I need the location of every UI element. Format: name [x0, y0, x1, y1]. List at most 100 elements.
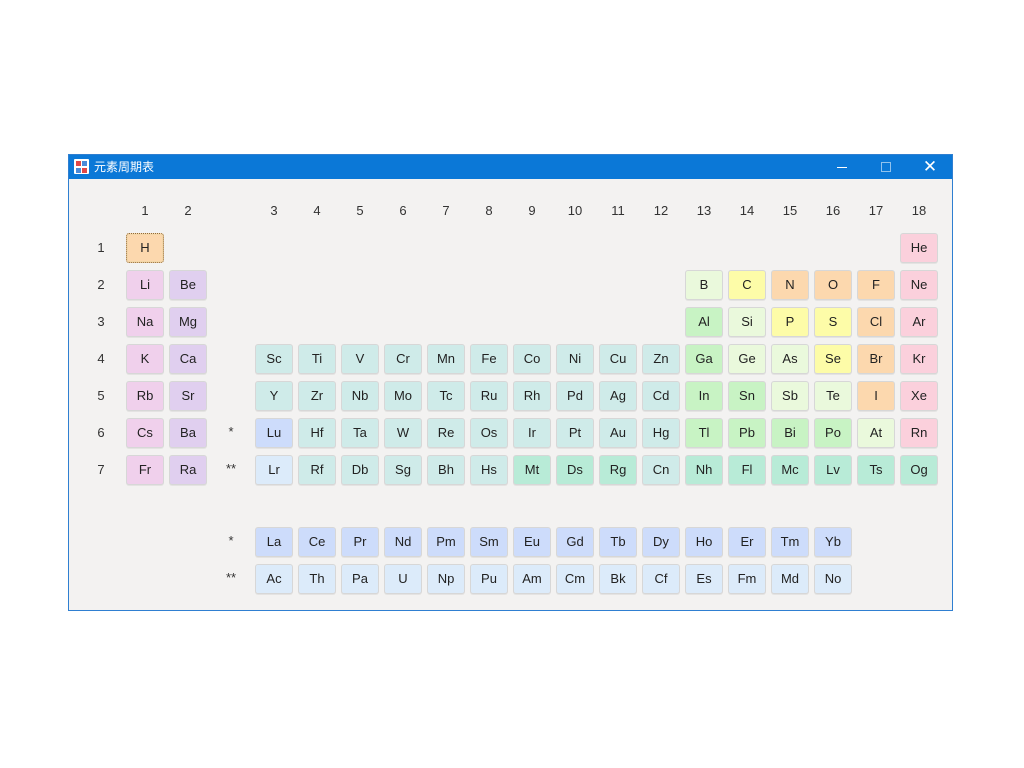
element-yb[interactable]: Yb: [814, 527, 852, 557]
element-zr[interactable]: Zr: [298, 381, 336, 411]
element-md[interactable]: Md: [771, 564, 809, 594]
element-ra[interactable]: Ra: [169, 455, 207, 485]
element-u[interactable]: U: [384, 564, 422, 594]
element-pa[interactable]: Pa: [341, 564, 379, 594]
element-db[interactable]: Db: [341, 455, 379, 485]
element-mt[interactable]: Mt: [513, 455, 551, 485]
element-rf[interactable]: Rf: [298, 455, 336, 485]
element-pm[interactable]: Pm: [427, 527, 465, 557]
element-nh[interactable]: Nh: [685, 455, 723, 485]
element-na[interactable]: Na: [126, 307, 164, 337]
element-nd[interactable]: Nd: [384, 527, 422, 557]
element-og[interactable]: Og: [900, 455, 938, 485]
element-cu[interactable]: Cu: [599, 344, 637, 374]
element-mc[interactable]: Mc: [771, 455, 809, 485]
element-po[interactable]: Po: [814, 418, 852, 448]
element-ga[interactable]: Ga: [685, 344, 723, 374]
element-ar[interactable]: Ar: [900, 307, 938, 337]
element-hf[interactable]: Hf: [298, 418, 336, 448]
element-os[interactable]: Os: [470, 418, 508, 448]
element-b[interactable]: B: [685, 270, 723, 300]
element-br[interactable]: Br: [857, 344, 895, 374]
element-pr[interactable]: Pr: [341, 527, 379, 557]
element-y[interactable]: Y: [255, 381, 293, 411]
element-v[interactable]: V: [341, 344, 379, 374]
element-am[interactable]: Am: [513, 564, 551, 594]
element-hg[interactable]: Hg: [642, 418, 680, 448]
element-pt[interactable]: Pt: [556, 418, 594, 448]
element-rn[interactable]: Rn: [900, 418, 938, 448]
element-ag[interactable]: Ag: [599, 381, 637, 411]
element-p[interactable]: P: [771, 307, 809, 337]
element-rh[interactable]: Rh: [513, 381, 551, 411]
element-co[interactable]: Co: [513, 344, 551, 374]
element-ac[interactable]: Ac: [255, 564, 293, 594]
element-sn[interactable]: Sn: [728, 381, 766, 411]
element-hs[interactable]: Hs: [470, 455, 508, 485]
element-f[interactable]: F: [857, 270, 895, 300]
element-ts[interactable]: Ts: [857, 455, 895, 485]
element-au[interactable]: Au: [599, 418, 637, 448]
element-th[interactable]: Th: [298, 564, 336, 594]
element-in[interactable]: In: [685, 381, 723, 411]
element-cr[interactable]: Cr: [384, 344, 422, 374]
element-i[interactable]: I: [857, 381, 895, 411]
element-pd[interactable]: Pd: [556, 381, 594, 411]
element-cl[interactable]: Cl: [857, 307, 895, 337]
element-er[interactable]: Er: [728, 527, 766, 557]
element-ce[interactable]: Ce: [298, 527, 336, 557]
element-tb[interactable]: Tb: [599, 527, 637, 557]
element-ir[interactable]: Ir: [513, 418, 551, 448]
element-rg[interactable]: Rg: [599, 455, 637, 485]
element-mo[interactable]: Mo: [384, 381, 422, 411]
element-ru[interactable]: Ru: [470, 381, 508, 411]
element-dy[interactable]: Dy: [642, 527, 680, 557]
element-bi[interactable]: Bi: [771, 418, 809, 448]
element-te[interactable]: Te: [814, 381, 852, 411]
element-k[interactable]: K: [126, 344, 164, 374]
element-eu[interactable]: Eu: [513, 527, 551, 557]
element-be[interactable]: Be: [169, 270, 207, 300]
element-ne[interactable]: Ne: [900, 270, 938, 300]
element-sm[interactable]: Sm: [470, 527, 508, 557]
element-tm[interactable]: Tm: [771, 527, 809, 557]
element-he[interactable]: He: [900, 233, 938, 263]
element-cd[interactable]: Cd: [642, 381, 680, 411]
element-pb[interactable]: Pb: [728, 418, 766, 448]
element-s[interactable]: S: [814, 307, 852, 337]
element-ni[interactable]: Ni: [556, 344, 594, 374]
element-np[interactable]: Np: [427, 564, 465, 594]
element-o[interactable]: O: [814, 270, 852, 300]
element-lv[interactable]: Lv: [814, 455, 852, 485]
element-sc[interactable]: Sc: [255, 344, 293, 374]
element-sb[interactable]: Sb: [771, 381, 809, 411]
element-fe[interactable]: Fe: [470, 344, 508, 374]
element-no[interactable]: No: [814, 564, 852, 594]
element-zn[interactable]: Zn: [642, 344, 680, 374]
element-w[interactable]: W: [384, 418, 422, 448]
element-c[interactable]: C: [728, 270, 766, 300]
element-gd[interactable]: Gd: [556, 527, 594, 557]
element-h[interactable]: H: [126, 233, 164, 263]
element-pu[interactable]: Pu: [470, 564, 508, 594]
element-ho[interactable]: Ho: [685, 527, 723, 557]
element-lu[interactable]: Lu: [255, 418, 293, 448]
element-es[interactable]: Es: [685, 564, 723, 594]
element-bk[interactable]: Bk: [599, 564, 637, 594]
element-cs[interactable]: Cs: [126, 418, 164, 448]
element-li[interactable]: Li: [126, 270, 164, 300]
element-nb[interactable]: Nb: [341, 381, 379, 411]
element-xe[interactable]: Xe: [900, 381, 938, 411]
element-cn[interactable]: Cn: [642, 455, 680, 485]
element-la[interactable]: La: [255, 527, 293, 557]
element-mg[interactable]: Mg: [169, 307, 207, 337]
element-ge[interactable]: Ge: [728, 344, 766, 374]
element-ti[interactable]: Ti: [298, 344, 336, 374]
element-as[interactable]: As: [771, 344, 809, 374]
element-fr[interactable]: Fr: [126, 455, 164, 485]
element-sr[interactable]: Sr: [169, 381, 207, 411]
element-re[interactable]: Re: [427, 418, 465, 448]
element-al[interactable]: Al: [685, 307, 723, 337]
element-mn[interactable]: Mn: [427, 344, 465, 374]
element-tl[interactable]: Tl: [685, 418, 723, 448]
